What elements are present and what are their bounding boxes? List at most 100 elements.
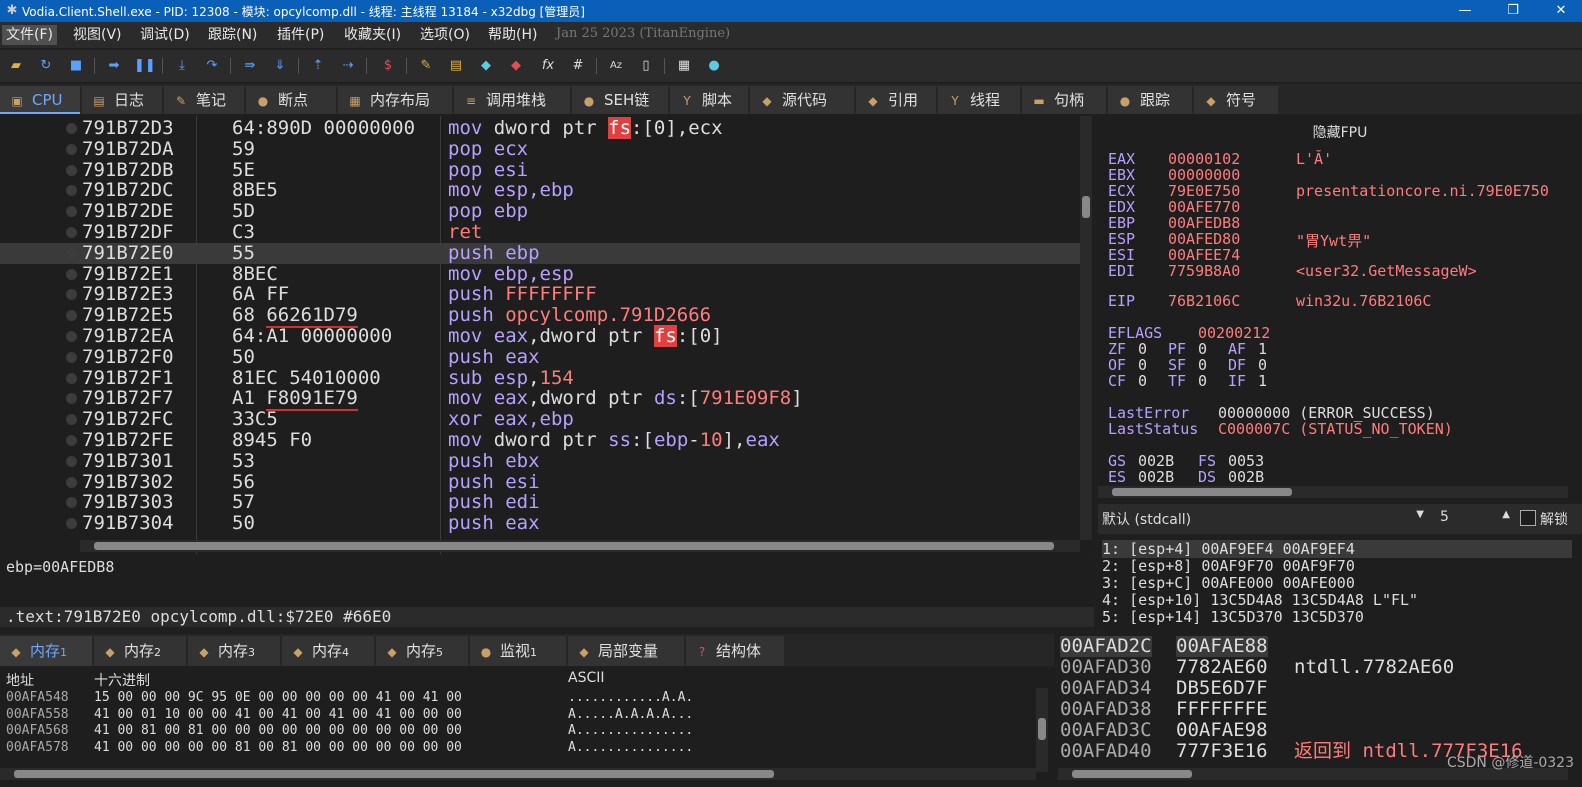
script-icon[interactable]: $ [378, 56, 398, 76]
trace-over-icon[interactable]: ⇓ [270, 56, 290, 76]
menu-view[interactable]: 视图(V) [69, 25, 126, 45]
dump-horizontal-scrollbar[interactable] [0, 768, 1036, 780]
hash-icon[interactable]: # [568, 56, 588, 76]
breakpoint-dot-icon[interactable] [66, 143, 77, 155]
breakpoint-dot-icon[interactable] [66, 164, 77, 176]
memory-dump-view[interactable]: 地址 十六进制 ASCII 00AFA548 15 00 00 00 9C 95 … [0, 668, 1054, 787]
arg-count-spinner[interactable]: 5 ▲ [1434, 509, 1512, 529]
tab-call-stack[interactable]: ≡ 调用堆栈 [454, 86, 570, 114]
breakpoint-dot-icon[interactable] [66, 123, 77, 134]
close-button[interactable]: ✕ [1538, 0, 1582, 22]
tab-script[interactable]: Y 脚本 [670, 86, 748, 114]
breakpoint-dot-icon[interactable] [66, 247, 77, 259]
dump-tab[interactable]: ◆ 内存4 [282, 636, 374, 666]
stack-arguments-list[interactable]: 1: [esp+4] 00AF9EF4 00AF9EF4 2: [esp+8] 0… [1098, 538, 1582, 630]
breakpoint-dot-icon[interactable] [66, 497, 77, 509]
disasm-row[interactable]: 791B72FC 33C5 xor eax,ebp [0, 409, 1080, 430]
disassembly-view[interactable]: 791B72D3 64:890D 00000000 mov dword ptr fs… [0, 116, 1094, 554]
disasm-row[interactable]: 791B72DA 59 pop ecx [0, 138, 1080, 160]
tab-breakpoints[interactable]: ● 断点 [246, 86, 336, 114]
disasm-row[interactable]: 791B72DC 8BE5 mov esp,ebp [0, 180, 1080, 201]
breakpoint-dot-icon[interactable] [66, 372, 77, 384]
register-eip-value[interactable]: 76B2106C [1168, 292, 1240, 310]
tab-source[interactable]: ◆ 源代码 [750, 86, 854, 114]
flag-value[interactable]: 1 [1258, 372, 1267, 390]
breakpoint-dot-icon[interactable] [66, 435, 77, 446]
tab-trace[interactable]: ● 跟踪 [1108, 86, 1192, 114]
menu-trace[interactable]: 跟踪(N) [204, 25, 261, 45]
breakpoint-dot-icon[interactable] [66, 393, 77, 405]
stack-row[interactable]: 00AFAD2C 00AFAE88 [1058, 636, 1582, 657]
breakpoint-dot-icon[interactable] [66, 476, 77, 488]
disasm-row[interactable]: 791B72E5 68 66261D79 push opcylcomp.791D26… [0, 304, 1080, 329]
dump-ascii[interactable]: A.....A.A.A.A... [568, 707, 693, 722]
breakpoint-dot-icon[interactable] [66, 289, 77, 301]
label-icon[interactable]: ◆ [476, 56, 496, 76]
tab-symbols[interactable]: ◆ 符号 [1194, 86, 1278, 114]
dump-ascii[interactable]: ............A.A. [568, 690, 693, 705]
segment-value[interactable]: 002B [1138, 468, 1174, 486]
step-into-icon[interactable]: ⤓ [172, 56, 192, 76]
bookmark-icon[interactable]: ◆ [506, 56, 526, 76]
regs-horizontal-scrollbar[interactable] [1098, 486, 1568, 498]
breakpoint-dot-icon[interactable] [66, 227, 77, 238]
disasm-row[interactable]: 791B72E0 55 push ebp [0, 242, 1080, 264]
flag-value[interactable]: 0 [1138, 372, 1147, 390]
register-edi-value[interactable]: 7759B8A0 [1168, 262, 1240, 280]
dump-ascii[interactable]: A............... [568, 740, 693, 755]
hide-fpu-toggle[interactable]: 隐藏FPU [1098, 122, 1582, 142]
menu-plugins[interactable]: 插件(P) [273, 25, 328, 45]
tab-notes[interactable]: ✎ 笔记 [164, 86, 244, 114]
dump-hex[interactable]: 41 00 00 00 00 00 81 00 81 00 00 00 00 0… [94, 740, 462, 755]
disasm-row[interactable]: 791B72DE 5D pop ebp [0, 201, 1080, 222]
stack-row[interactable]: 00AFAD38 FFFFFFFE [1058, 699, 1582, 720]
tab-log[interactable]: ▤ 日志 [82, 86, 162, 114]
registers-panel[interactable]: 隐藏FPU EAX 00000102 L'Ă' EBX 00000000 ECX 79E0E… [1098, 116, 1582, 500]
disasm-row[interactable]: 791B7303 57 push edi [0, 492, 1080, 513]
dump-tab[interactable]: ◆ 内存5 [376, 636, 468, 666]
run-icon[interactable]: ➡ [104, 56, 124, 76]
disasm-row[interactable]: 791B72E3 6A FF push FFFFFFFF [0, 284, 1080, 305]
stack-row[interactable]: 00AFAD34 DB5E6D7F [1058, 678, 1582, 699]
menu-debug[interactable]: 调试(D) [136, 25, 194, 45]
trace-into-icon[interactable]: ⇛ [240, 56, 260, 76]
restart-icon[interactable]: ↻ [36, 56, 56, 76]
breakpoint-dot-icon[interactable] [66, 185, 77, 197]
disasm-row[interactable]: 791B7301 53 push ebx [0, 450, 1080, 472]
tab-threads[interactable]: Y 线程 [938, 86, 1020, 114]
disasm-row[interactable]: 791B72F0 50 push eax [0, 346, 1080, 368]
tab-references[interactable]: ◆ 引用 [856, 86, 936, 114]
breakpoint-dot-icon[interactable] [66, 331, 77, 342]
patch-icon[interactable]: ▯ [636, 56, 656, 76]
dump-tab[interactable]: ? 结构体 [686, 636, 784, 666]
open-icon[interactable]: ▰ [6, 56, 26, 76]
breakpoint-dot-icon[interactable] [66, 310, 77, 322]
stack-arg-item[interactable]: 5: [esp+14] 13C5D370 13C5D370 [1102, 608, 1364, 626]
stack-arg-item[interactable]: 2: [esp+8] 00AF9F70 00AF9F70 [1102, 557, 1355, 575]
stack-arg-item[interactable]: 4: [esp+10] 13C5D4A8 13C5D4A8 L"FL" [1102, 591, 1418, 609]
unlock-checkbox[interactable] [1520, 510, 1536, 526]
disasm-row[interactable]: 791B72EA 64:A1 00000000 mov eax,dword ptr … [0, 325, 1080, 347]
dump-hex[interactable]: 41 00 81 00 81 00 00 00 00 00 00 00 00 0… [94, 723, 462, 738]
restore-button[interactable]: ❐ [1490, 0, 1536, 22]
disasm-row[interactable]: 791B72F1 81EC 54010000 sub esp,154 [0, 367, 1080, 389]
menu-file[interactable]: 文件(F) [2, 25, 57, 45]
tab-handles[interactable]: ▬ 句柄 [1022, 86, 1106, 114]
stack-row[interactable]: 00AFAD3C 00AFAE98 [1058, 720, 1582, 741]
disasm-row[interactable]: 791B72E1 8BEC mov ebp,esp [0, 263, 1080, 285]
dump-tab[interactable]: ◆ 内存2 [94, 636, 186, 666]
disasm-row[interactable]: 791B72D3 64:890D 00000000 mov dword ptr fs… [0, 117, 1080, 139]
pause-icon[interactable]: ❚❚ [134, 56, 156, 76]
stack-arg-item[interactable]: 1: [esp+4] 00AF9EF4 00AF9EF4 [1102, 540, 1572, 558]
breakpoint-dot-icon[interactable] [66, 351, 77, 363]
disasm-row[interactable]: 791B72DB 5E pop esi [0, 159, 1080, 181]
tab-cpu[interactable]: ▣ CPU [0, 86, 80, 114]
tab-memory-map[interactable]: ▦ 内存布局 [338, 86, 452, 114]
dump-tab[interactable]: ◆ 内存3 [188, 636, 280, 666]
disasm-row[interactable]: 791B72FE 8945 F0 mov dword ptr ss:[ebp-10]… [0, 430, 1080, 451]
stop-icon[interactable]: ■ [66, 56, 86, 76]
dump-hex[interactable]: 41 00 01 10 00 00 41 00 41 00 41 00 41 0… [94, 707, 462, 722]
stack-row[interactable]: 00AFAD30 7782AE60 ntdll.7782AE60 [1058, 657, 1582, 678]
breakpoint-dot-icon[interactable] [66, 455, 77, 467]
function-icon[interactable]: fx [538, 56, 558, 76]
